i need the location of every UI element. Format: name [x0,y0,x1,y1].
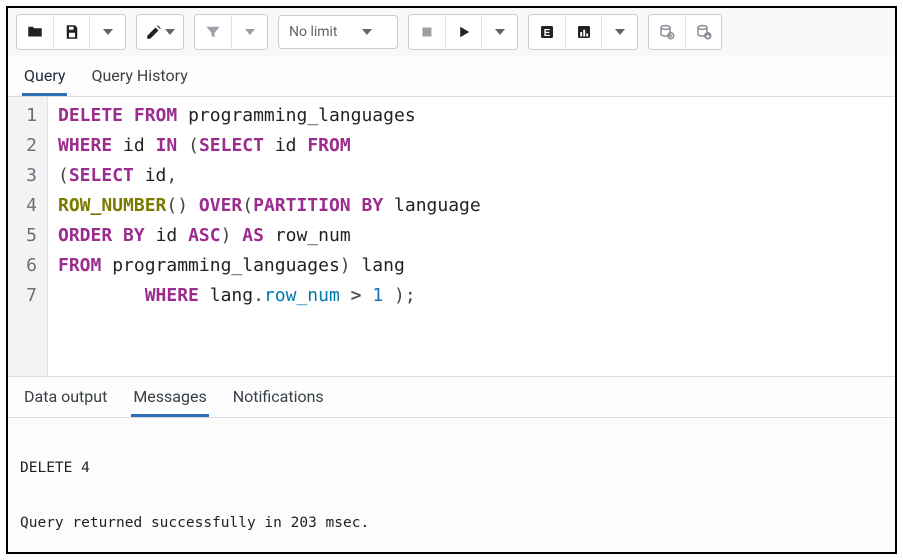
stop-icon [418,23,436,41]
stop-button[interactable] [409,15,445,49]
code-area[interactable]: DELETE FROM programming_languages WHERE … [48,97,895,376]
run-button[interactable] [445,15,481,49]
rollback-button[interactable] [685,15,721,49]
filter-menu-button[interactable] [231,15,267,49]
line-number: 1 [22,101,37,131]
edit-button[interactable] [137,15,183,49]
line-number: 6 [22,251,37,281]
line-number: 7 [22,281,37,311]
row-limit-label: No limit [289,24,338,40]
tab-notifications[interactable]: Notifications [231,377,326,417]
bar-chart-icon [575,23,593,41]
line-number: 4 [22,191,37,221]
output-tabs: Data output Messages Notifications [8,376,895,418]
row-limit-select[interactable]: No limit [278,15,398,49]
message-line: DELETE 4 [20,460,90,476]
explain-icon: E [538,23,556,41]
tab-query-history[interactable]: Query History [89,56,189,96]
svg-text:E: E [544,28,551,39]
line-number: 3 [22,161,37,191]
explain-group: E [528,14,638,50]
tab-data-output[interactable]: Data output [22,377,109,417]
db-rollback-icon [695,23,713,41]
chevron-down-icon [103,29,113,35]
query-tool-window: No limit E [6,6,897,554]
file-group [16,14,126,50]
sql-editor[interactable]: 1 2 3 4 5 6 7 DELETE FROM programming_la… [8,97,895,376]
filter-icon [204,23,222,41]
open-file-button[interactable] [17,15,53,49]
filter-button[interactable] [195,15,231,49]
explain-menu-button[interactable] [601,15,637,49]
edit-group [136,14,184,50]
message-line: Query returned successfully in 203 msec. [20,515,369,531]
commit-button[interactable] [649,15,685,49]
run-menu-button[interactable] [481,15,517,49]
tab-query[interactable]: Query [22,56,67,96]
line-gutter: 1 2 3 4 5 6 7 [8,97,48,376]
chevron-down-icon [495,29,505,35]
chevron-down-icon [615,29,625,35]
save-file-button[interactable] [53,15,89,49]
explain-button[interactable]: E [529,15,565,49]
line-number: 2 [22,131,37,161]
chevron-down-icon [245,29,255,35]
toolbar: No limit E [8,8,895,56]
save-icon [63,23,81,41]
messages-panel: DELETE 4 Query returned successfully in … [8,418,895,552]
folder-icon [26,23,44,41]
chevron-down-icon [362,29,372,35]
pencil-icon [145,23,163,41]
filter-group [194,14,268,50]
editor-tabs: Query Query History [8,56,895,97]
line-number: 5 [22,221,37,251]
txn-group [648,14,722,50]
exec-group [408,14,518,50]
explain-analyze-button[interactable] [565,15,601,49]
play-icon [455,23,473,41]
save-menu-button[interactable] [89,15,125,49]
chevron-down-icon [165,29,175,35]
db-commit-icon [658,23,676,41]
tab-messages[interactable]: Messages [131,377,208,417]
